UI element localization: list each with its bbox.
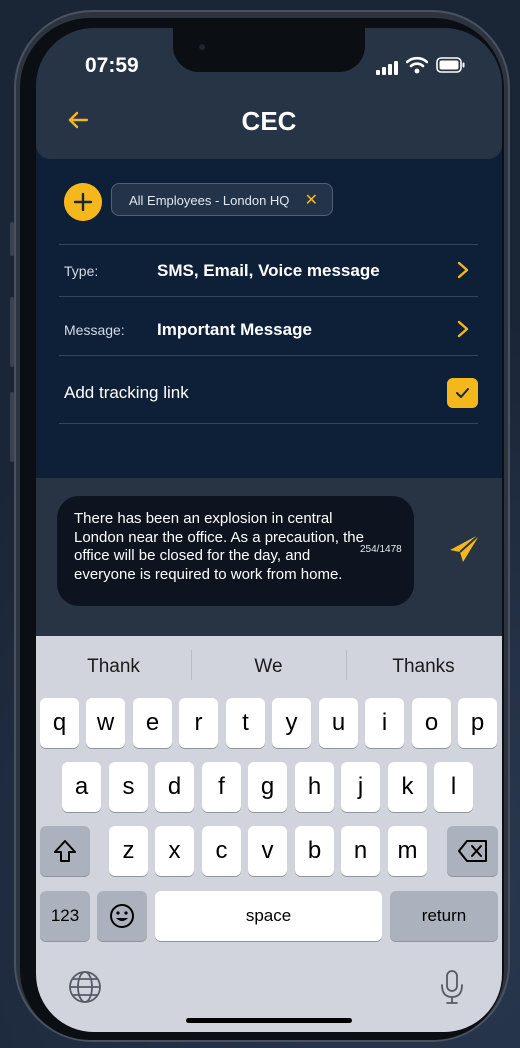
key-r[interactable]: r — [179, 698, 218, 748]
keyboard: Thank We Thanks q w e r t y u i o p a s … — [36, 636, 502, 1032]
message-value[interactable]: Important Message — [157, 320, 312, 340]
page-title: CEC — [241, 106, 297, 136]
key-n[interactable]: n — [341, 826, 380, 876]
home-indicator — [186, 1018, 352, 1023]
space-key[interactable]: space — [155, 891, 382, 941]
key-g[interactable]: g — [248, 762, 287, 812]
backspace-icon — [457, 840, 487, 862]
key-c[interactable]: c — [202, 826, 241, 876]
key-d[interactable]: d — [155, 762, 194, 812]
globe-icon[interactable] — [68, 970, 102, 1004]
key-m[interactable]: m — [388, 826, 427, 876]
shift-key[interactable] — [40, 826, 90, 876]
recipient-chip-label: All Employees - London HQ — [129, 193, 290, 208]
key-y[interactable]: y — [272, 698, 311, 748]
emoji-icon — [110, 904, 134, 928]
divider — [59, 423, 478, 424]
close-icon[interactable]: ✕ — [305, 184, 318, 217]
chevron-right-icon[interactable] — [456, 261, 470, 279]
key-t[interactable]: t — [226, 698, 265, 748]
status-time: 07:59 — [85, 54, 139, 77]
key-i[interactable]: i — [365, 698, 404, 748]
key-b[interactable]: b — [295, 826, 334, 876]
suggestion-2[interactable]: We — [191, 656, 346, 678]
notch — [173, 28, 365, 72]
key-u[interactable]: u — [319, 698, 358, 748]
backspace-key[interactable] — [447, 826, 498, 876]
phone-screen: 07:59 CEC All Employees - London HQ ✕ Ty… — [36, 28, 502, 1032]
message-input[interactable]: There has been an explosion in central L… — [57, 496, 414, 606]
app-header: 07:59 CEC — [36, 28, 502, 159]
type-label: Type: — [64, 263, 99, 279]
chevron-right-icon[interactable] — [456, 320, 470, 338]
key-a[interactable]: a — [62, 762, 101, 812]
key-o[interactable]: o — [412, 698, 451, 748]
key-k[interactable]: k — [388, 762, 427, 812]
send-icon[interactable] — [449, 533, 481, 563]
character-counter: 254/1478 — [360, 544, 402, 555]
message-text: There has been an explosion in central L… — [74, 510, 364, 583]
key-w[interactable]: w — [86, 698, 125, 748]
numbers-key[interactable]: 123 — [40, 891, 90, 941]
key-x[interactable]: x — [155, 826, 194, 876]
tracking-link-label: Add tracking link — [64, 383, 189, 402]
signal-icon — [376, 61, 398, 75]
key-q[interactable]: q — [40, 698, 79, 748]
key-e[interactable]: e — [133, 698, 172, 748]
add-recipient-button[interactable] — [64, 183, 102, 221]
emoji-key[interactable] — [97, 891, 147, 941]
suggestion-1[interactable]: Thank — [36, 656, 191, 678]
divider — [59, 296, 478, 297]
key-j[interactable]: j — [341, 762, 380, 812]
divider — [59, 244, 478, 245]
type-value[interactable]: SMS, Email, Voice message — [157, 261, 380, 281]
front-camera — [199, 44, 205, 50]
key-h[interactable]: h — [295, 762, 334, 812]
return-key[interactable]: return — [390, 891, 498, 941]
recipient-chip: All Employees - London HQ ✕ — [111, 183, 333, 216]
key-z[interactable]: z — [109, 826, 148, 876]
key-s[interactable]: s — [109, 762, 148, 812]
key-p[interactable]: p — [458, 698, 497, 748]
shift-icon — [54, 840, 76, 862]
key-v[interactable]: v — [248, 826, 287, 876]
tracking-link-checkbox[interactable] — [447, 378, 478, 408]
message-label: Message: — [64, 322, 125, 338]
wifi-icon — [406, 56, 428, 74]
microphone-icon[interactable] — [439, 969, 465, 1005]
key-l[interactable]: l — [434, 762, 473, 812]
suggestion-3[interactable]: Thanks — [346, 656, 501, 678]
battery-icon — [436, 57, 465, 73]
key-f[interactable]: f — [202, 762, 241, 812]
divider — [59, 355, 478, 356]
